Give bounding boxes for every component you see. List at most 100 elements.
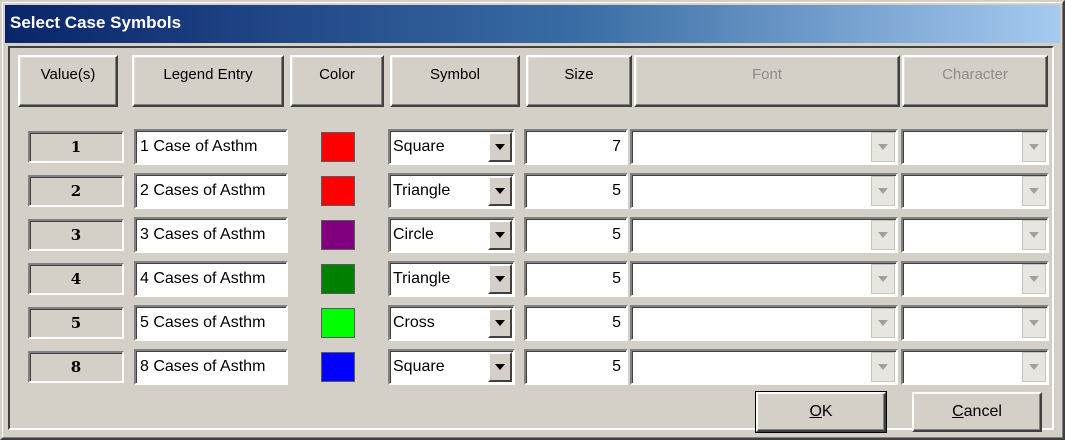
chevron-down-icon [1029, 144, 1039, 150]
size-input[interactable]: 5 [524, 305, 628, 341]
header-character: Character [902, 55, 1048, 107]
symbol-dropdown-button[interactable] [488, 352, 512, 382]
row-value: 5 [28, 307, 124, 339]
symbol-value: Triangle [393, 270, 451, 287]
chevron-down-icon [495, 276, 505, 282]
character-dropdown-button [1022, 220, 1046, 250]
font-select [630, 349, 898, 385]
chevron-down-icon [1029, 188, 1039, 194]
character-dropdown-button [1022, 352, 1046, 382]
character-dropdown-button [1022, 176, 1046, 206]
symbol-dropdown-button[interactable] [488, 132, 512, 162]
chevron-down-icon [1029, 364, 1039, 370]
symbol-grid-panel: Value(s) Legend Entry Color Symbol Size … [8, 46, 1054, 433]
character-select [901, 349, 1049, 385]
size-input[interactable]: 5 [524, 261, 628, 297]
cancel-label-rest: ancel [963, 403, 1002, 420]
ok-mnemonic: O [809, 403, 822, 420]
symbol-select[interactable]: Cross [388, 305, 515, 341]
header-legend-entry: Legend Entry [132, 55, 284, 107]
chevron-down-icon [495, 144, 505, 150]
title-bar[interactable]: Select Case Symbols [5, 5, 1060, 43]
character-select [901, 261, 1049, 297]
font-dropdown-button [871, 264, 895, 294]
chevron-down-icon [878, 188, 888, 194]
symbol-select[interactable]: Triangle [388, 173, 515, 209]
chevron-down-icon [878, 364, 888, 370]
color-swatch[interactable] [321, 308, 355, 338]
chevron-down-icon [495, 364, 505, 370]
symbol-select[interactable]: Circle [388, 217, 515, 253]
symbol-value: Square [393, 138, 445, 155]
font-dropdown-button [871, 220, 895, 250]
window-title: Select Case Symbols [10, 13, 182, 32]
font-dropdown-button [871, 308, 895, 338]
symbol-dropdown-button[interactable] [488, 308, 512, 338]
row-value: 1 [28, 131, 124, 163]
symbol-value: Square [393, 358, 445, 375]
header-symbol: Symbol [390, 55, 520, 107]
character-select [901, 129, 1049, 165]
chevron-down-icon [1029, 232, 1039, 238]
size-input[interactable]: 5 [524, 173, 628, 209]
chevron-down-icon [1029, 276, 1039, 282]
font-select [630, 261, 898, 297]
symbol-dropdown-button[interactable] [488, 220, 512, 250]
cancel-mnemonic: C [952, 403, 964, 420]
legend-entry-input[interactable]: 4 Cases of Asthm [134, 261, 288, 297]
symbol-select[interactable]: Square [388, 129, 515, 165]
ok-button[interactable]: OK [755, 391, 887, 433]
symbol-dropdown-button[interactable] [488, 176, 512, 206]
row-value: 3 [28, 219, 124, 251]
chevron-down-icon [495, 232, 505, 238]
chevron-down-icon [878, 320, 888, 326]
color-swatch[interactable] [321, 352, 355, 382]
legend-entry-input[interactable]: 5 Cases of Asthm [134, 305, 288, 341]
size-input[interactable]: 5 [524, 217, 628, 253]
header-font: Font [634, 55, 900, 107]
chevron-down-icon [495, 188, 505, 194]
legend-entry-input[interactable]: 8 Cases of Asthm [134, 349, 288, 385]
font-dropdown-button [871, 352, 895, 382]
character-dropdown-button [1022, 264, 1046, 294]
chevron-down-icon [878, 276, 888, 282]
color-swatch[interactable] [321, 264, 355, 294]
row-value: 8 [28, 351, 124, 383]
select-case-symbols-dialog: Select Case Symbols Value(s) Legend Entr… [0, 0, 1065, 440]
color-swatch[interactable] [321, 132, 355, 162]
cancel-button[interactable]: Cancel [912, 392, 1042, 432]
font-select [630, 173, 898, 209]
header-color: Color [290, 55, 384, 107]
row-value: 4 [28, 263, 124, 295]
symbol-dropdown-button[interactable] [488, 264, 512, 294]
legend-entry-input[interactable]: 2 Cases of Asthm [134, 173, 288, 209]
font-select [630, 129, 898, 165]
font-select [630, 217, 898, 253]
font-dropdown-button [871, 132, 895, 162]
size-input[interactable]: 7 [524, 129, 628, 165]
ok-label-rest: K [821, 403, 833, 420]
chevron-down-icon [495, 320, 505, 326]
size-input[interactable]: 5 [524, 349, 628, 385]
symbol-select[interactable]: Triangle [388, 261, 515, 297]
character-dropdown-button [1022, 132, 1046, 162]
row-value: 2 [28, 175, 124, 207]
chevron-down-icon [1029, 320, 1039, 326]
header-values: Value(s) [18, 55, 118, 107]
symbol-value: Triangle [393, 182, 451, 199]
font-select [630, 305, 898, 341]
color-swatch[interactable] [321, 220, 355, 250]
character-select [901, 217, 1049, 253]
header-size: Size [526, 55, 632, 107]
font-dropdown-button [871, 176, 895, 206]
color-swatch[interactable] [321, 176, 355, 206]
symbol-select[interactable]: Square [388, 349, 515, 385]
symbol-value: Circle [393, 226, 434, 243]
legend-entry-input[interactable]: 3 Cases of Asthm [134, 217, 288, 253]
character-select [901, 173, 1049, 209]
character-dropdown-button [1022, 308, 1046, 338]
character-select [901, 305, 1049, 341]
chevron-down-icon [878, 144, 888, 150]
chevron-down-icon [878, 232, 888, 238]
legend-entry-input[interactable]: 1 Case of Asthm [134, 129, 288, 165]
